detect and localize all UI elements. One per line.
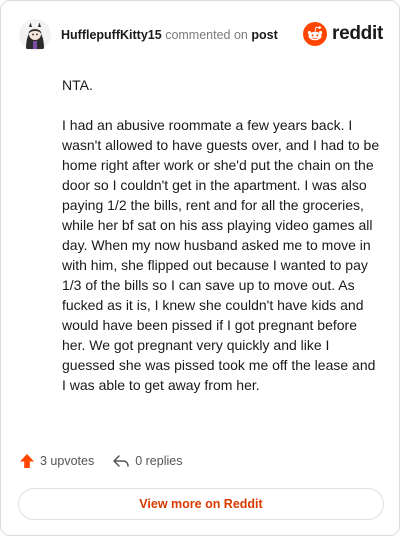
upvote-arrow-icon xyxy=(20,454,34,468)
username-link[interactable]: HufflepuffKitty15 xyxy=(61,28,162,42)
comment-actions: 3 upvotes 0 replies xyxy=(19,453,200,469)
embedded-comment-card: HufflepuffKitty15 commented on post redd… xyxy=(0,0,400,536)
comment-paragraph: I had an abusive roommate a few years ba… xyxy=(62,117,380,393)
action-text: commented on xyxy=(165,28,248,42)
comment-byline: HufflepuffKitty15 commented on post xyxy=(61,27,278,43)
user-avatar[interactable] xyxy=(19,19,51,51)
comment-header: HufflepuffKitty15 commented on post redd… xyxy=(19,19,383,51)
reddit-wordmark: reddit xyxy=(332,23,383,44)
reply-arrow-icon xyxy=(113,455,129,467)
comment-body: NTA. I had an abusive roommate a few yea… xyxy=(62,75,382,415)
reddit-snoo-icon xyxy=(303,22,328,46)
comment-paragraph: NTA. xyxy=(62,77,93,93)
reply-count: 0 replies xyxy=(135,454,183,468)
reply-button[interactable]: 0 replies xyxy=(112,453,182,469)
post-link[interactable]: post xyxy=(251,28,277,42)
view-more-button[interactable]: View more on Reddit xyxy=(18,488,384,520)
upvote-button[interactable]: 3 upvotes xyxy=(19,453,94,469)
upvote-count: 3 upvotes xyxy=(40,454,95,468)
reddit-logo[interactable]: reddit xyxy=(303,22,383,46)
